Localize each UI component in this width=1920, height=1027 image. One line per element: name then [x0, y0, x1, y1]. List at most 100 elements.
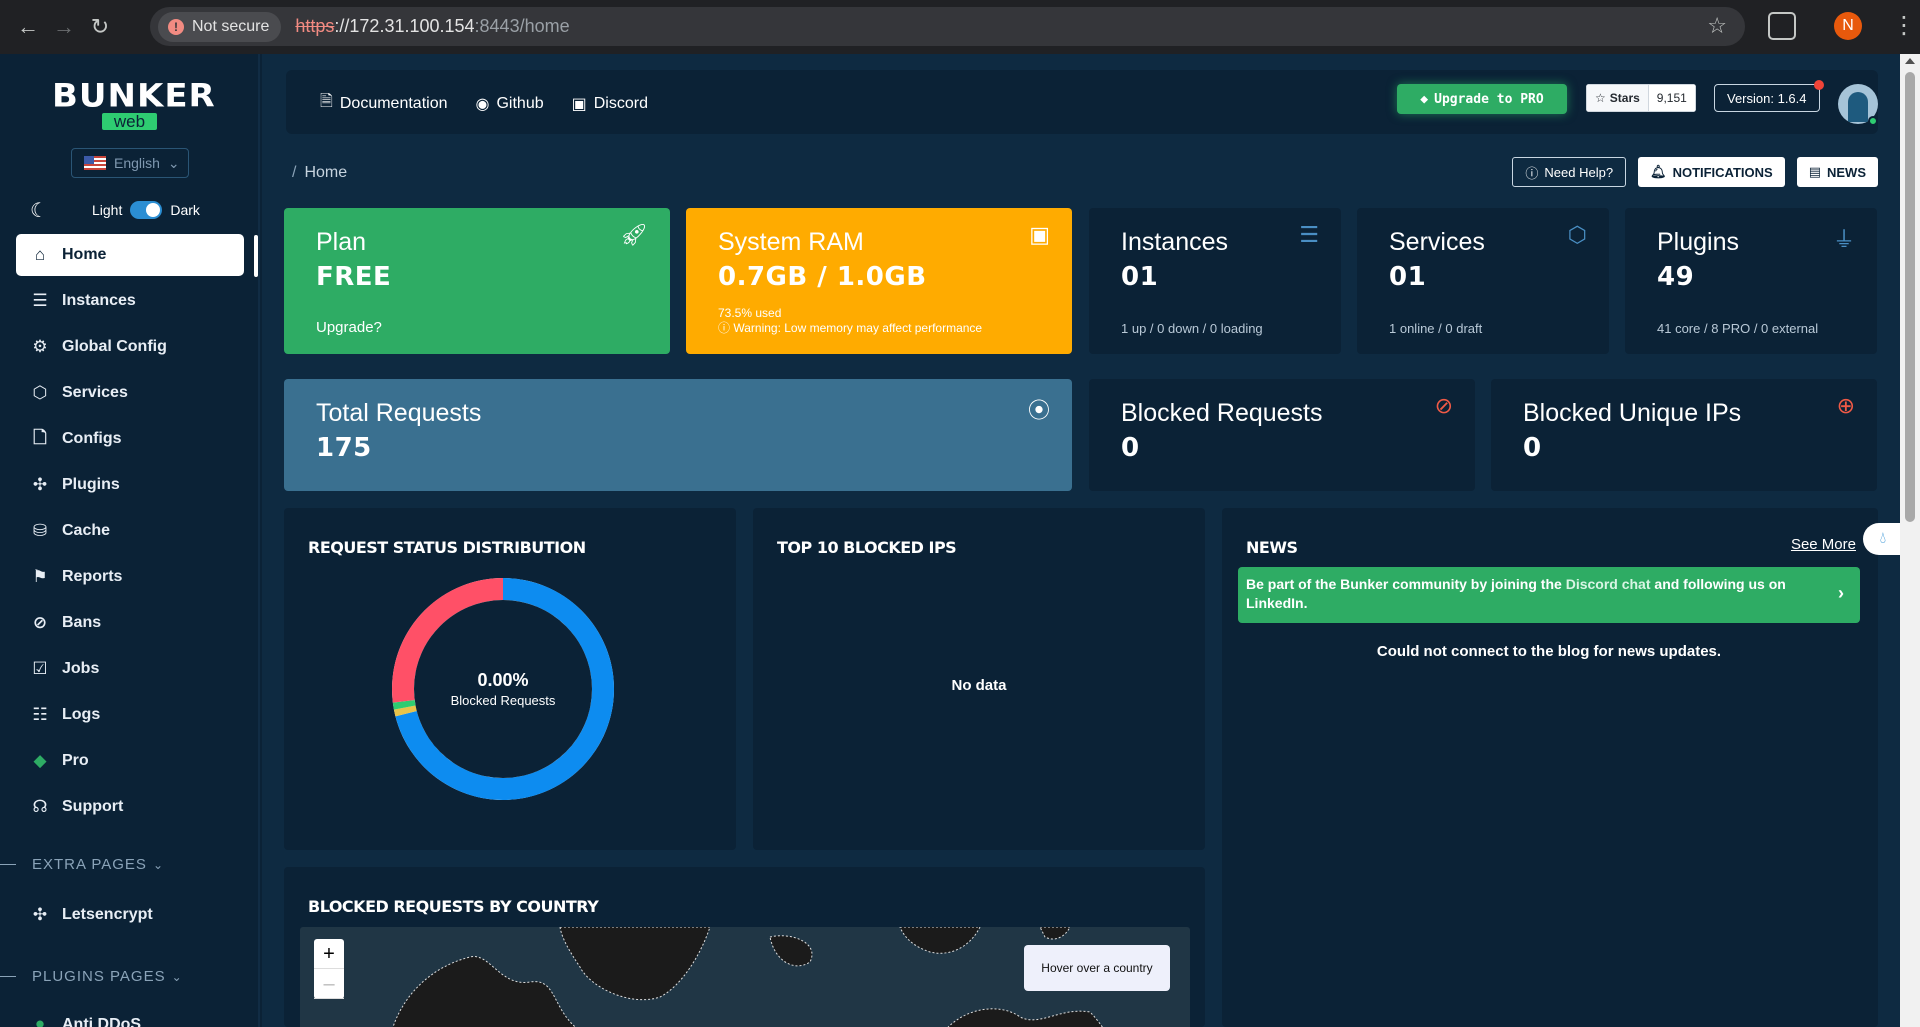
sidebar-item-bans[interactable]: ⊘ Bans	[16, 602, 244, 644]
language-label: English	[114, 155, 160, 171]
home-icon: ⌂	[34, 245, 46, 264]
sidebar-item-reports[interactable]: ⚑ Reports	[16, 556, 244, 598]
sidebar-item-cache[interactable]: ⛁ Cache	[16, 510, 244, 552]
sidebar-item-plugins[interactable]: ✣ Plugins	[16, 464, 244, 506]
panel-title: NEWS	[1246, 538, 1298, 557]
reload-icon[interactable]: ↻	[82, 9, 118, 45]
page-scrollbar[interactable]	[1900, 54, 1920, 1027]
sidebar-item-logs[interactable]: ☷ Logs	[16, 694, 244, 736]
sidebar-item-global-config[interactable]: ⚙ Global Config	[16, 326, 244, 368]
sidebar-item-letsencrypt[interactable]: ✣ Letsencrypt	[16, 894, 244, 936]
sidebar-item-pro[interactable]: ◆ Pro	[16, 740, 244, 782]
sidebar-item-services[interactable]: ⬡ Services	[16, 372, 244, 414]
scroll-up-icon[interactable]	[1905, 58, 1915, 64]
puzzle-icon: ✣	[32, 475, 48, 494]
upgrade-label: Upgrade to PRO	[1434, 91, 1544, 107]
upgrade-link[interactable]: Upgrade?	[316, 319, 382, 336]
world-map[interactable]: + – Hover over a country	[300, 927, 1190, 1027]
broadcast-icon: ⦿	[1027, 398, 1050, 423]
status-donut-chart[interactable]: 0.00% Blocked Requests	[392, 578, 614, 800]
community-banner[interactable]: Be part of the Bunker community by joini…	[1238, 567, 1860, 623]
extensions-icon[interactable]	[1768, 12, 1796, 40]
security-label: Not secure	[192, 17, 270, 35]
news-button[interactable]: ▤ NEWS	[1796, 157, 1878, 187]
github-stars-button[interactable]: ☆ Stars 9,151	[1586, 84, 1696, 112]
sidebar-item-label: Support	[62, 798, 124, 815]
need-help-button[interactable]: ⓘ Need Help?	[1512, 157, 1627, 187]
discord-link[interactable]: ▣ Discord	[572, 90, 648, 117]
bookmark-star-icon[interactable]: ☆	[1707, 13, 1727, 39]
forward-icon[interactable]: →	[46, 9, 82, 45]
address-bar[interactable]: ! Not secure https://172.31.100.154:8443…	[150, 7, 1745, 46]
headset-icon: ☊	[32, 797, 48, 816]
url-path: :8443/home	[474, 16, 570, 36]
browser-menu-icon[interactable]: ⋮	[1892, 12, 1916, 40]
box-icon: ⬡	[1567, 222, 1587, 247]
us-flag-icon	[84, 156, 106, 170]
diamond-icon: ◆	[33, 751, 47, 770]
moon-icon: ☾	[30, 199, 48, 222]
sidebar-item-support[interactable]: ☊ Support	[16, 786, 244, 828]
language-select[interactable]: English ⌄	[71, 148, 189, 178]
back-icon[interactable]: ←	[10, 9, 46, 45]
logs-icon: ☷	[32, 705, 48, 724]
top-navbar: 🗎 Documentation ◉ Github ▣ Discord ◆ Upgrade…	[286, 70, 1878, 134]
profile-avatar[interactable]: N	[1834, 12, 1862, 40]
url-text[interactable]: https://172.31.100.154:8443/home	[295, 16, 569, 37]
url-host: ://172.31.100.154	[334, 16, 475, 36]
server-icon: ☰	[32, 291, 48, 310]
puzzle-icon: ✣	[32, 905, 48, 924]
sidebar-item-jobs[interactable]: ☑ Jobs	[16, 648, 244, 690]
linkedin-link[interactable]: LinkedIn	[1246, 595, 1304, 611]
discord-icon: ▣	[571, 95, 587, 113]
scroll-thumb[interactable]	[1905, 72, 1915, 522]
card-title: Plan	[316, 228, 367, 256]
upgrade-pro-button[interactable]: ◆ Upgrade to PRO	[1397, 84, 1567, 114]
card-value: 01	[1121, 262, 1159, 292]
services-card[interactable]: Services 01 1 online / 0 draft ⬡	[1357, 208, 1609, 354]
security-chip[interactable]: ! Not secure	[158, 11, 282, 42]
sidebar-item-label: Jobs	[62, 660, 100, 677]
sidebar-item-configs[interactable]: 🗋 Configs	[16, 418, 244, 460]
sidebar-item-label: Bans	[62, 614, 102, 631]
gear-icon: ⚙	[32, 337, 48, 356]
bell-icon: 🔔︎	[1650, 164, 1667, 179]
update-dot	[1814, 80, 1824, 90]
documentation-link[interactable]: 🗎 Documentation	[320, 90, 448, 117]
discord-label: Discord	[593, 94, 648, 112]
card-value: 0	[1523, 433, 1542, 463]
theme-toggle[interactable]	[130, 201, 163, 219]
donut-center: 0.00% Blocked Requests	[392, 670, 614, 708]
sidebar-item-instances[interactable]: ☰ Instances	[16, 280, 244, 322]
info-icon: ⓘ	[718, 321, 734, 335]
card-title: Plugins	[1657, 228, 1739, 256]
discord-chat-link[interactable]: Discord chat	[1566, 576, 1651, 592]
plugins-pages-header[interactable]: PLUGINS PAGES ⌄	[0, 968, 240, 985]
bunkerweb-logo[interactable]: BUNKER web	[52, 78, 215, 132]
sidebar-item-label: Instances	[62, 292, 136, 309]
card-value: 175	[316, 433, 372, 463]
instances-card[interactable]: Instances 01 1 up / 0 down / 0 loading ☰	[1089, 208, 1341, 354]
zoom-out-button[interactable]: –	[314, 969, 344, 999]
sidebar-item-home[interactable]: ⌂ Home	[16, 234, 244, 276]
water-drop-widget-icon[interactable]: 💧︎	[1863, 523, 1903, 555]
banner-text: and following us on	[1650, 576, 1786, 592]
system-ram-card: System RAM 0.7GB / 1.0GB 73.5% used ⓘ Wa…	[686, 208, 1072, 354]
online-status-dot	[1868, 116, 1878, 126]
sidebar-item-label: Cache	[62, 522, 111, 539]
sidebar-item-anti-ddos[interactable]: ● Anti DDoS	[16, 1004, 244, 1027]
github-link[interactable]: ◉ Github	[476, 90, 544, 117]
newspaper-icon: ▤	[1808, 164, 1821, 179]
zoom-in-button[interactable]: +	[314, 939, 344, 969]
notifications-button[interactable]: 🔔︎ NOTIFICATIONS	[1638, 157, 1785, 187]
version-badge[interactable]: Version: 1.6.4	[1714, 84, 1820, 112]
plugins-card[interactable]: Plugins 49 41 core / 8 PRO / 0 external …	[1625, 208, 1877, 354]
sidebar-item-label: Global Config	[62, 338, 167, 355]
see-more-link[interactable]: See More	[1791, 536, 1856, 553]
url-scheme: https	[295, 16, 335, 36]
section-label: PLUGINS PAGES	[32, 968, 166, 985]
sidebar-item-label: Services	[62, 384, 128, 401]
chevron-down-icon: ⌄	[167, 154, 180, 171]
extra-pages-header[interactable]: EXTRA PAGES ⌄	[0, 856, 240, 873]
box-icon: ⬡	[32, 383, 48, 402]
